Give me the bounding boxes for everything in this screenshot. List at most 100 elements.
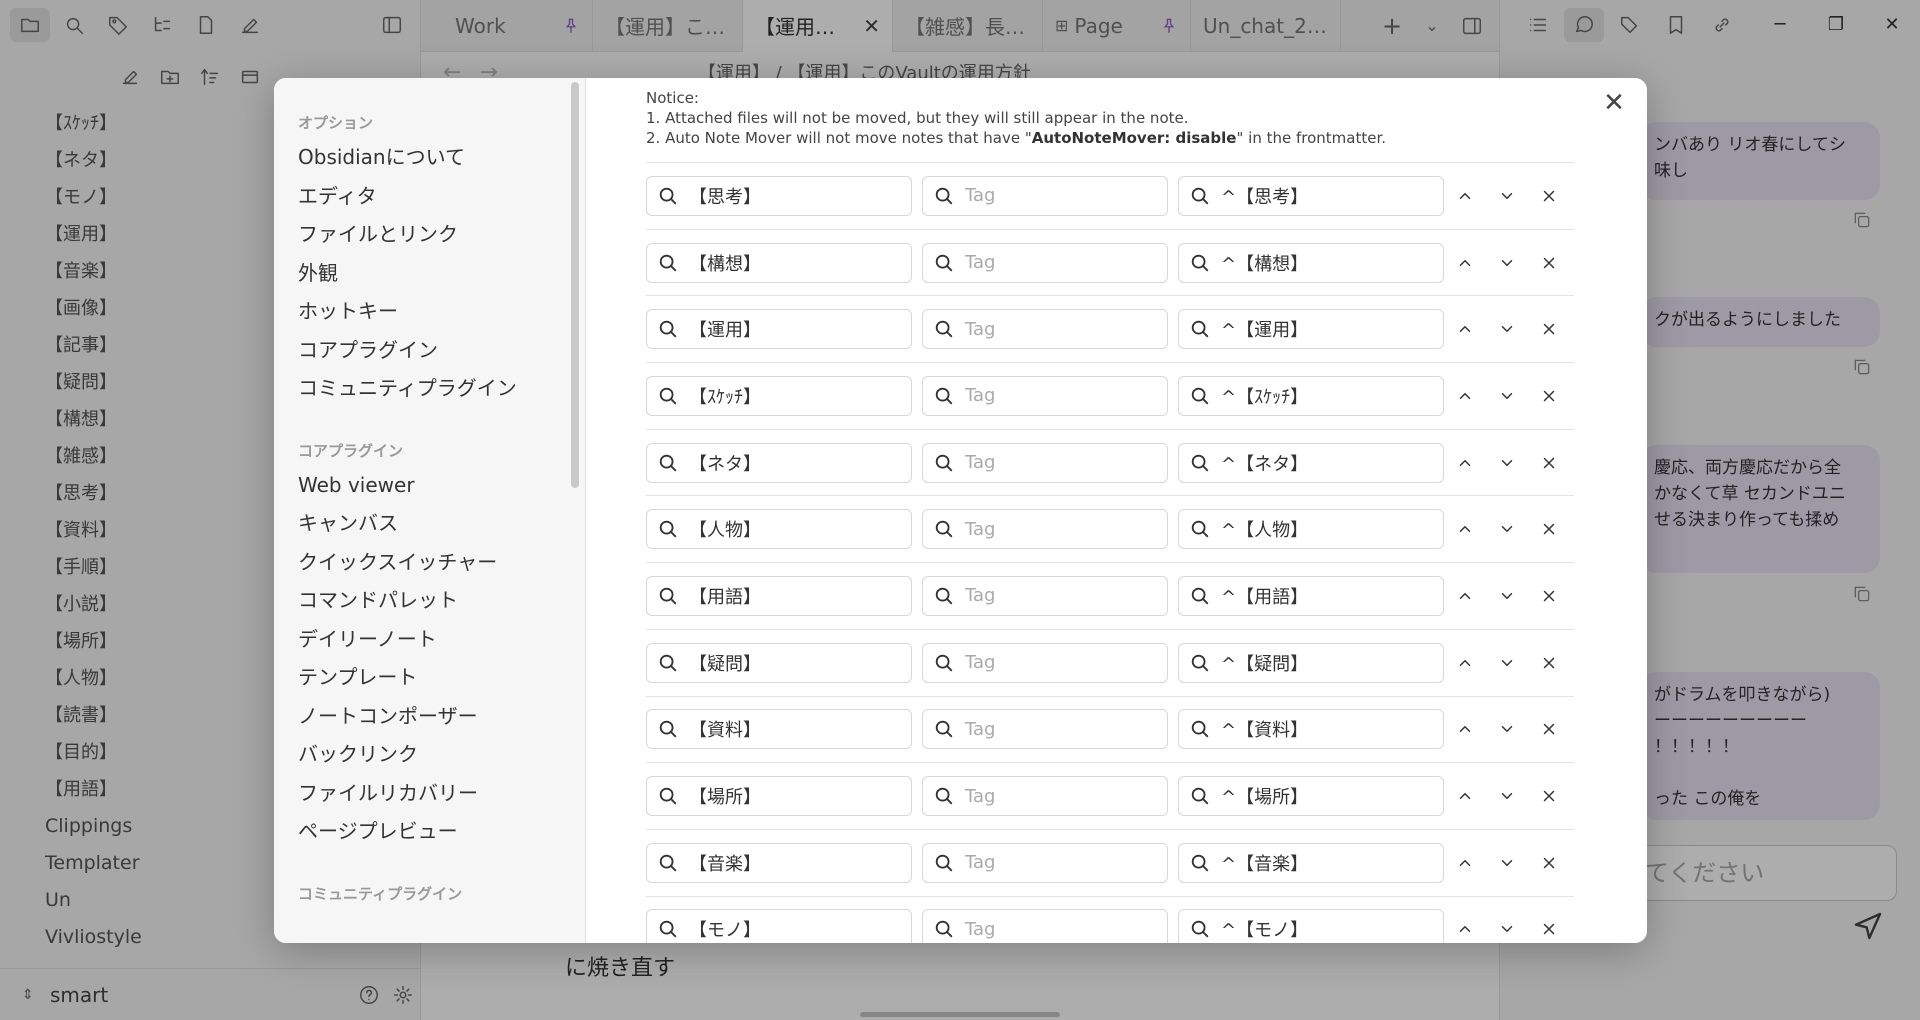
folder-search-input[interactable]: 【運用】	[646, 309, 912, 350]
move-down-chevron-icon[interactable]	[1486, 309, 1528, 349]
regex-value: ^【用語】	[1221, 586, 1309, 608]
title-regex-input[interactable]: ^【モノ】	[1178, 909, 1444, 943]
delete-rule-x-icon[interactable]	[1528, 443, 1570, 483]
delete-rule-x-icon[interactable]	[1528, 509, 1570, 549]
nav-item-canvas[interactable]: キャンバス	[274, 504, 585, 543]
tag-search-input[interactable]: Tag	[922, 842, 1168, 883]
search-icon	[923, 385, 965, 407]
nav-item-web-viewer[interactable]: Web viewer	[274, 466, 585, 505]
move-up-chevron-icon[interactable]	[1444, 509, 1486, 549]
move-down-chevron-icon[interactable]	[1486, 576, 1528, 616]
delete-rule-x-icon[interactable]	[1528, 243, 1570, 283]
folder-search-input[interactable]: 【用語】	[646, 575, 912, 616]
tag-search-input[interactable]: Tag	[922, 442, 1168, 483]
folder-value: 【場所】	[689, 787, 761, 809]
nav-item-core-plugins[interactable]: コアプラグイン	[274, 331, 585, 370]
tag-search-input[interactable]: Tag	[922, 776, 1168, 817]
tag-search-input[interactable]: Tag	[922, 509, 1168, 550]
nav-item-about[interactable]: Obsidianについて	[274, 138, 585, 177]
folder-value: 【疑問】	[689, 653, 761, 675]
search-icon	[923, 718, 965, 740]
nav-item-hotkeys[interactable]: ホットキー	[274, 292, 585, 331]
nav-item-daily-notes[interactable]: デイリーノート	[274, 620, 585, 659]
folder-search-input[interactable]: 【音楽】	[646, 842, 912, 883]
folder-search-input[interactable]: 【人物】	[646, 509, 912, 550]
tag-search-input[interactable]: Tag	[922, 909, 1168, 943]
move-up-chevron-icon[interactable]	[1444, 243, 1486, 283]
move-down-chevron-icon[interactable]	[1486, 643, 1528, 683]
move-up-chevron-icon[interactable]	[1444, 643, 1486, 683]
folder-search-input[interactable]: 【場所】	[646, 776, 912, 817]
title-regex-input[interactable]: ^【資料】	[1178, 709, 1444, 750]
nav-heading-options: オプション	[298, 114, 374, 132]
delete-rule-x-icon[interactable]	[1528, 176, 1570, 216]
move-down-chevron-icon[interactable]	[1486, 243, 1528, 283]
nav-item-community-plugins[interactable]: コミュニティプラグイン	[274, 369, 585, 408]
move-down-chevron-icon[interactable]	[1486, 176, 1528, 216]
modal-close-icon[interactable]: ✕	[1599, 88, 1629, 118]
nav-item-editor[interactable]: エディタ	[274, 177, 585, 216]
delete-rule-x-icon[interactable]	[1528, 576, 1570, 616]
folder-search-input[interactable]: 【疑問】	[646, 642, 912, 683]
tag-search-input[interactable]: Tag	[922, 642, 1168, 683]
move-down-chevron-icon[interactable]	[1486, 843, 1528, 883]
tag-search-input[interactable]: Tag	[922, 242, 1168, 283]
move-down-chevron-icon[interactable]	[1486, 909, 1528, 943]
title-regex-input[interactable]: ^【疑問】	[1178, 642, 1444, 683]
move-up-chevron-icon[interactable]	[1444, 376, 1486, 416]
title-regex-input[interactable]: ^【思考】	[1178, 175, 1444, 216]
nav-item-files-links[interactable]: ファイルとリンク	[274, 215, 585, 254]
move-up-chevron-icon[interactable]	[1444, 309, 1486, 349]
folder-search-input[interactable]: 【構想】	[646, 242, 912, 283]
move-up-chevron-icon[interactable]	[1444, 443, 1486, 483]
tag-search-input[interactable]: Tag	[922, 175, 1168, 216]
title-regex-input[interactable]: ^【人物】	[1178, 509, 1444, 550]
search-icon	[923, 785, 965, 807]
delete-rule-x-icon[interactable]	[1528, 709, 1570, 749]
folder-search-input[interactable]: 【ｽｹｯﾁ】	[646, 375, 912, 416]
move-up-chevron-icon[interactable]	[1444, 843, 1486, 883]
delete-rule-x-icon[interactable]	[1528, 376, 1570, 416]
folder-search-input[interactable]: 【モノ】	[646, 909, 912, 943]
title-regex-input[interactable]: ^【構想】	[1178, 242, 1444, 283]
folder-value: 【構想】	[689, 253, 761, 275]
nav-item-file-recovery[interactable]: ファイルリカバリー	[274, 774, 585, 813]
move-down-chevron-icon[interactable]	[1486, 509, 1528, 549]
move-down-chevron-icon[interactable]	[1486, 376, 1528, 416]
move-up-chevron-icon[interactable]	[1444, 909, 1486, 943]
nav-item-command-palette[interactable]: コマンドパレット	[274, 581, 585, 620]
delete-rule-x-icon[interactable]	[1528, 643, 1570, 683]
tag-search-input[interactable]: Tag	[922, 575, 1168, 616]
move-down-chevron-icon[interactable]	[1486, 776, 1528, 816]
nav-item-note-composer[interactable]: ノートコンポーザー	[274, 697, 585, 736]
move-up-chevron-icon[interactable]	[1444, 576, 1486, 616]
tag-search-input[interactable]: Tag	[922, 375, 1168, 416]
folder-search-input[interactable]: 【資料】	[646, 709, 912, 750]
move-up-chevron-icon[interactable]	[1444, 176, 1486, 216]
move-down-chevron-icon[interactable]	[1486, 443, 1528, 483]
regex-value: ^【資料】	[1221, 720, 1309, 742]
delete-rule-x-icon[interactable]	[1528, 309, 1570, 349]
move-up-chevron-icon[interactable]	[1444, 709, 1486, 749]
move-up-chevron-icon[interactable]	[1444, 776, 1486, 816]
folder-search-input[interactable]: 【思考】	[646, 175, 912, 216]
title-regex-input[interactable]: ^【音楽】	[1178, 842, 1444, 883]
title-regex-input[interactable]: ^【ネタ】	[1178, 442, 1444, 483]
delete-rule-x-icon[interactable]	[1528, 843, 1570, 883]
nav-item-backlinks[interactable]: バックリンク	[274, 735, 585, 774]
delete-rule-x-icon[interactable]	[1528, 776, 1570, 816]
nav-item-appearance[interactable]: 外観	[274, 254, 585, 293]
title-regex-input[interactable]: ^【ｽｹｯﾁ】	[1178, 375, 1444, 416]
nav-item-templates[interactable]: テンプレート	[274, 658, 585, 697]
nav-item-quick-switcher[interactable]: クイックスイッチャー	[274, 543, 585, 582]
title-regex-input[interactable]: ^【場所】	[1178, 776, 1444, 817]
tag-search-input[interactable]: Tag	[922, 709, 1168, 750]
move-down-chevron-icon[interactable]	[1486, 709, 1528, 749]
nav-scrollbar[interactable]	[571, 82, 579, 488]
nav-item-page-preview[interactable]: ページプレビュー	[274, 812, 585, 851]
title-regex-input[interactable]: ^【用語】	[1178, 575, 1444, 616]
tag-search-input[interactable]: Tag	[922, 309, 1168, 350]
delete-rule-x-icon[interactable]	[1528, 909, 1570, 943]
folder-search-input[interactable]: 【ネタ】	[646, 442, 912, 483]
title-regex-input[interactable]: ^【運用】	[1178, 309, 1444, 350]
